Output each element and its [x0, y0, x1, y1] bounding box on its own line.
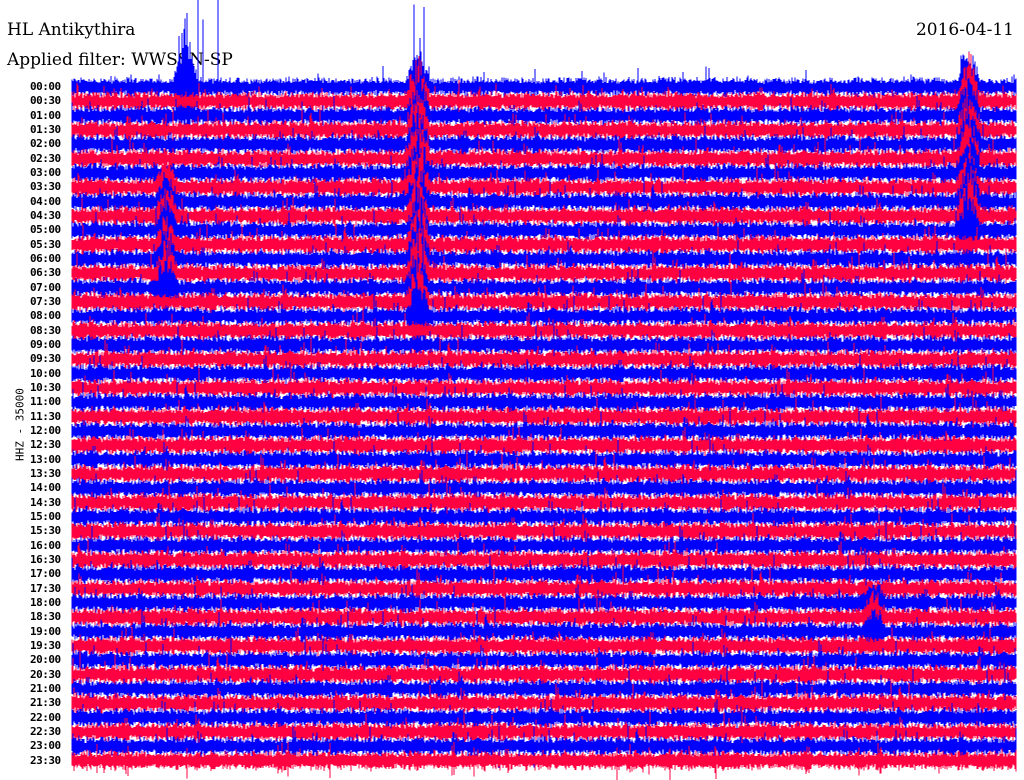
seismogram-plot [71, 0, 1017, 780]
